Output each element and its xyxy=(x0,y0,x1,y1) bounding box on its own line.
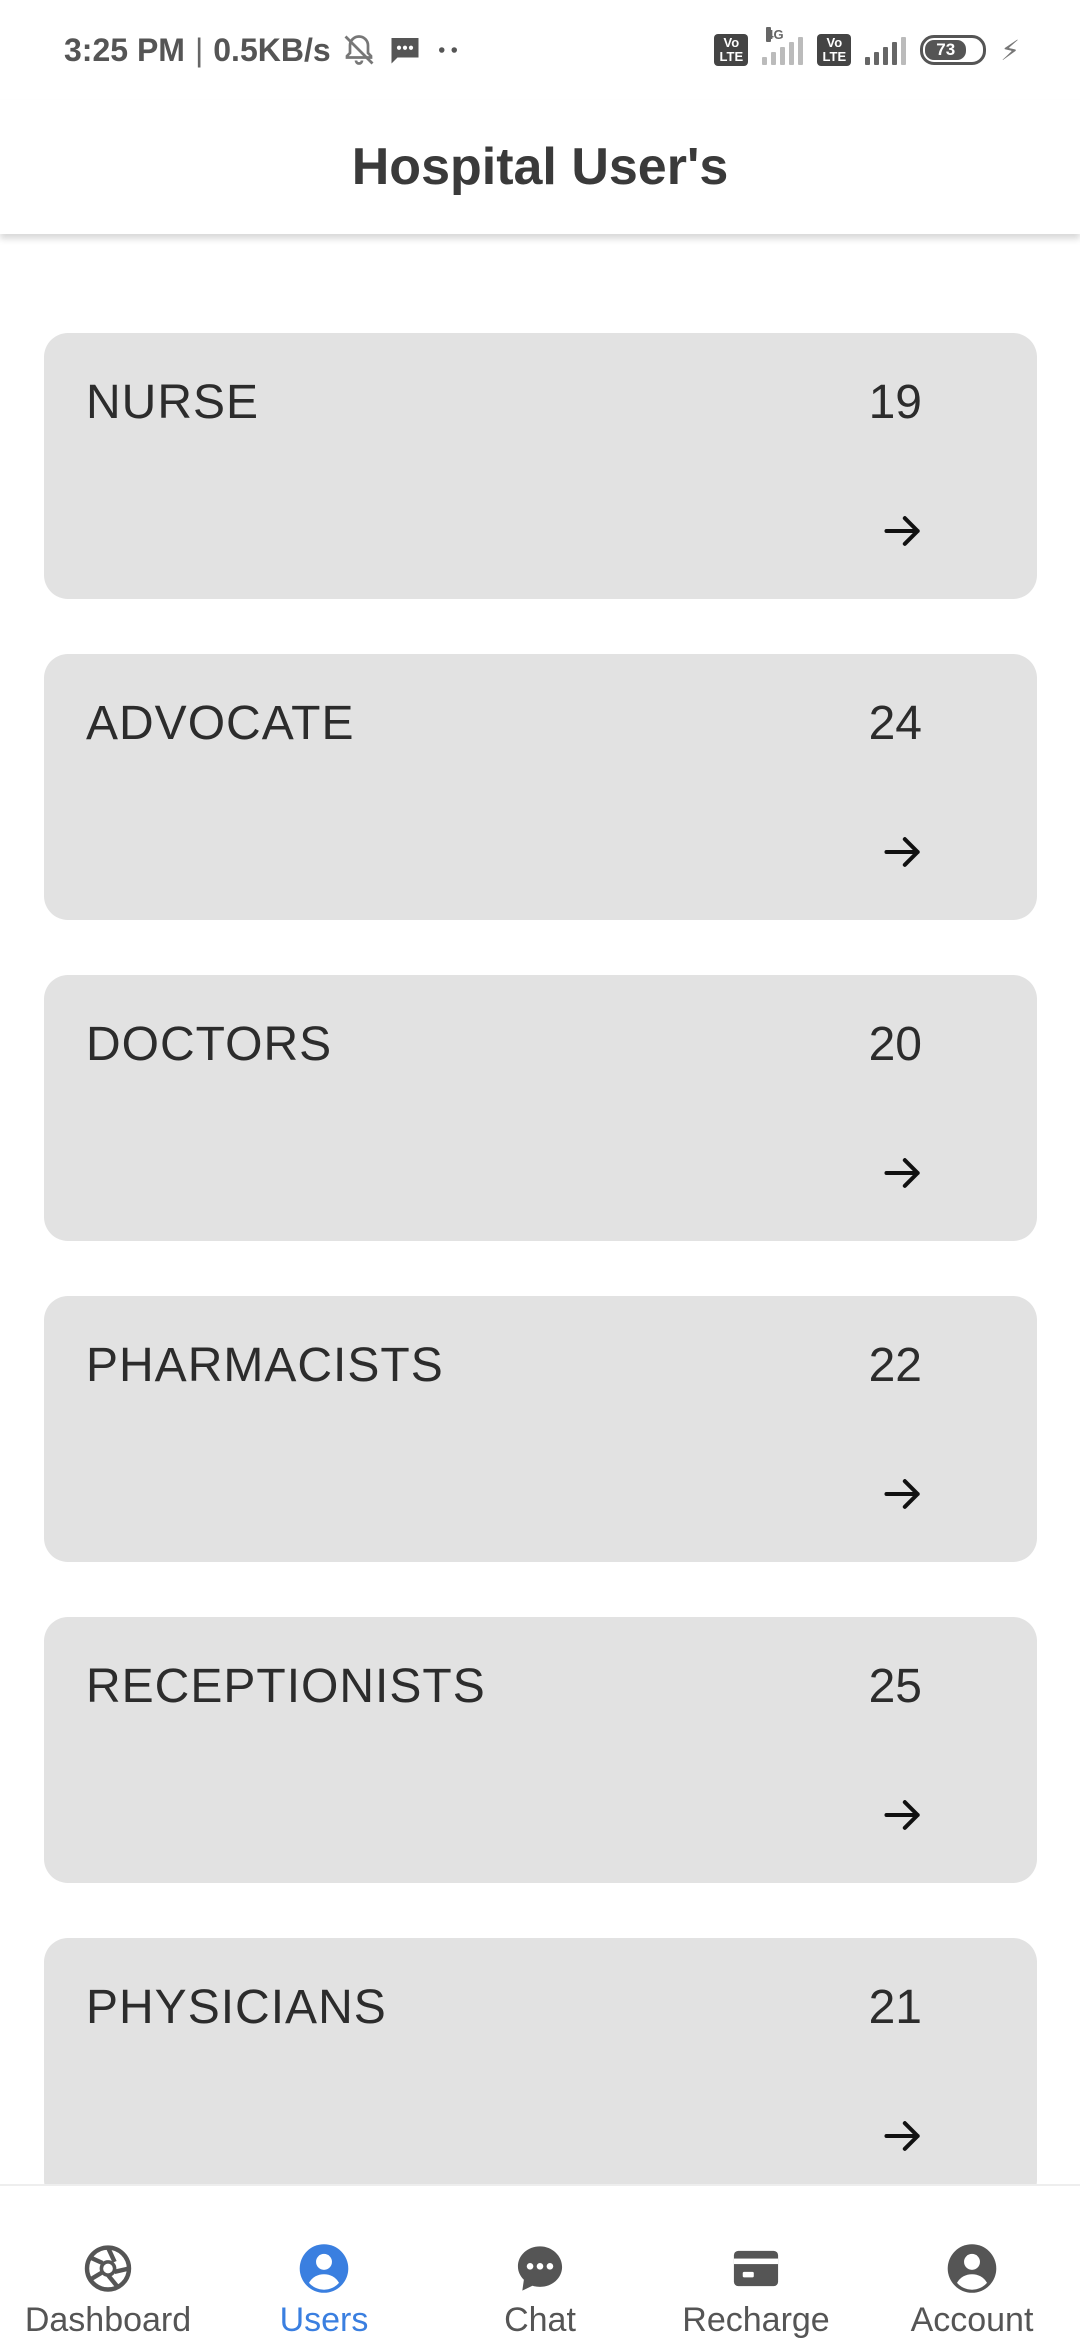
bottom-navigation: Dashboard Users Chat Recharge Account xyxy=(0,2184,1080,2340)
category-count: 20 xyxy=(868,1018,922,1071)
category-title: DOCTORS xyxy=(86,1018,333,1071)
app-bar: Hospital User's xyxy=(0,100,1080,234)
status-separator: | xyxy=(194,31,204,68)
muted-bell-icon xyxy=(344,35,374,65)
category-card-advocate[interactable]: ADVOCATE 24 xyxy=(44,654,1037,920)
signal-icon-1: 4G xyxy=(762,27,804,65)
nav-account[interactable]: Account xyxy=(864,2186,1080,2340)
page-title: Hospital User's xyxy=(351,138,729,196)
category-count: 22 xyxy=(868,1339,922,1392)
nav-chat[interactable]: Chat xyxy=(432,2186,648,2340)
arrow-right-icon[interactable] xyxy=(881,1793,925,1837)
category-card-physicians[interactable]: PHYSICIANS 21 xyxy=(44,1938,1037,2204)
nav-label: Dashboard xyxy=(24,2301,192,2339)
status-bar: 3:25 PM | 0.5KB/s Vo LTE 4G Vo LTE 73 ⚡ xyxy=(0,0,1080,100)
card-icon xyxy=(733,2250,779,2287)
category-title: ADVOCATE xyxy=(86,697,355,750)
nav-label: Account xyxy=(910,2301,1034,2339)
arrow-right-icon[interactable] xyxy=(881,1151,925,1195)
account-circle-icon xyxy=(299,2244,349,2293)
category-title: PHARMACISTS xyxy=(86,1339,444,1392)
message-icon xyxy=(391,38,419,64)
category-count: 19 xyxy=(868,376,922,429)
chat-bubble-icon xyxy=(517,2246,563,2291)
volte-badge-1: Vo LTE xyxy=(714,34,749,66)
battery-icon: 73 xyxy=(920,35,987,65)
category-card-pharmacists[interactable]: PHARMACISTS 22 xyxy=(44,1296,1037,1562)
status-left: 3:25 PM | 0.5KB/s xyxy=(64,32,463,69)
category-count: 21 xyxy=(868,1981,922,2034)
arrow-right-icon[interactable] xyxy=(881,2114,925,2158)
nav-label: Users xyxy=(279,2301,369,2339)
signal-icon-2 xyxy=(865,35,907,65)
category-card-doctors[interactable]: DOCTORS 20 xyxy=(44,975,1037,1241)
nav-label: Recharge xyxy=(682,2301,830,2339)
user-category-list: NURSE 19 ADVOCATE 24 DOCTORS 20 PHARMACI… xyxy=(44,333,1037,2259)
volte-badge-2: Vo LTE xyxy=(817,34,852,66)
nav-users[interactable]: Users xyxy=(216,2186,432,2340)
network-type: 4G xyxy=(766,27,784,42)
status-speed: 0.5KB/s xyxy=(213,31,331,68)
category-count: 24 xyxy=(868,697,922,750)
screen: 3:25 PM | 0.5KB/s Vo LTE 4G Vo LTE 73 ⚡ … xyxy=(0,0,1080,2340)
category-title: RECEPTIONISTS xyxy=(86,1660,486,1713)
arrow-right-icon[interactable] xyxy=(881,509,925,553)
arrow-right-icon[interactable] xyxy=(881,830,925,874)
nav-dashboard[interactable]: Dashboard xyxy=(0,2186,216,2340)
category-count: 25 xyxy=(868,1660,922,1713)
more-notifications-icon xyxy=(438,47,457,53)
status-time: 3:25 PM xyxy=(64,31,185,68)
category-card-receptionists[interactable]: RECEPTIONISTS 25 xyxy=(44,1617,1037,1883)
nav-label: Chat xyxy=(504,2301,576,2339)
battery-level: 73 xyxy=(925,40,967,60)
account-circle-icon xyxy=(947,2244,997,2293)
nav-recharge[interactable]: Recharge xyxy=(648,2186,864,2340)
category-title: NURSE xyxy=(86,376,260,429)
category-title: PHYSICIANS xyxy=(86,1981,387,2034)
status-right: Vo LTE 4G Vo LTE 73 ⚡ xyxy=(714,27,1020,67)
category-card-nurse[interactable]: NURSE 19 xyxy=(44,333,1037,599)
aperture-icon xyxy=(84,2245,132,2292)
arrow-right-icon[interactable] xyxy=(881,1472,925,1516)
charging-icon: ⚡ xyxy=(1000,34,1020,66)
